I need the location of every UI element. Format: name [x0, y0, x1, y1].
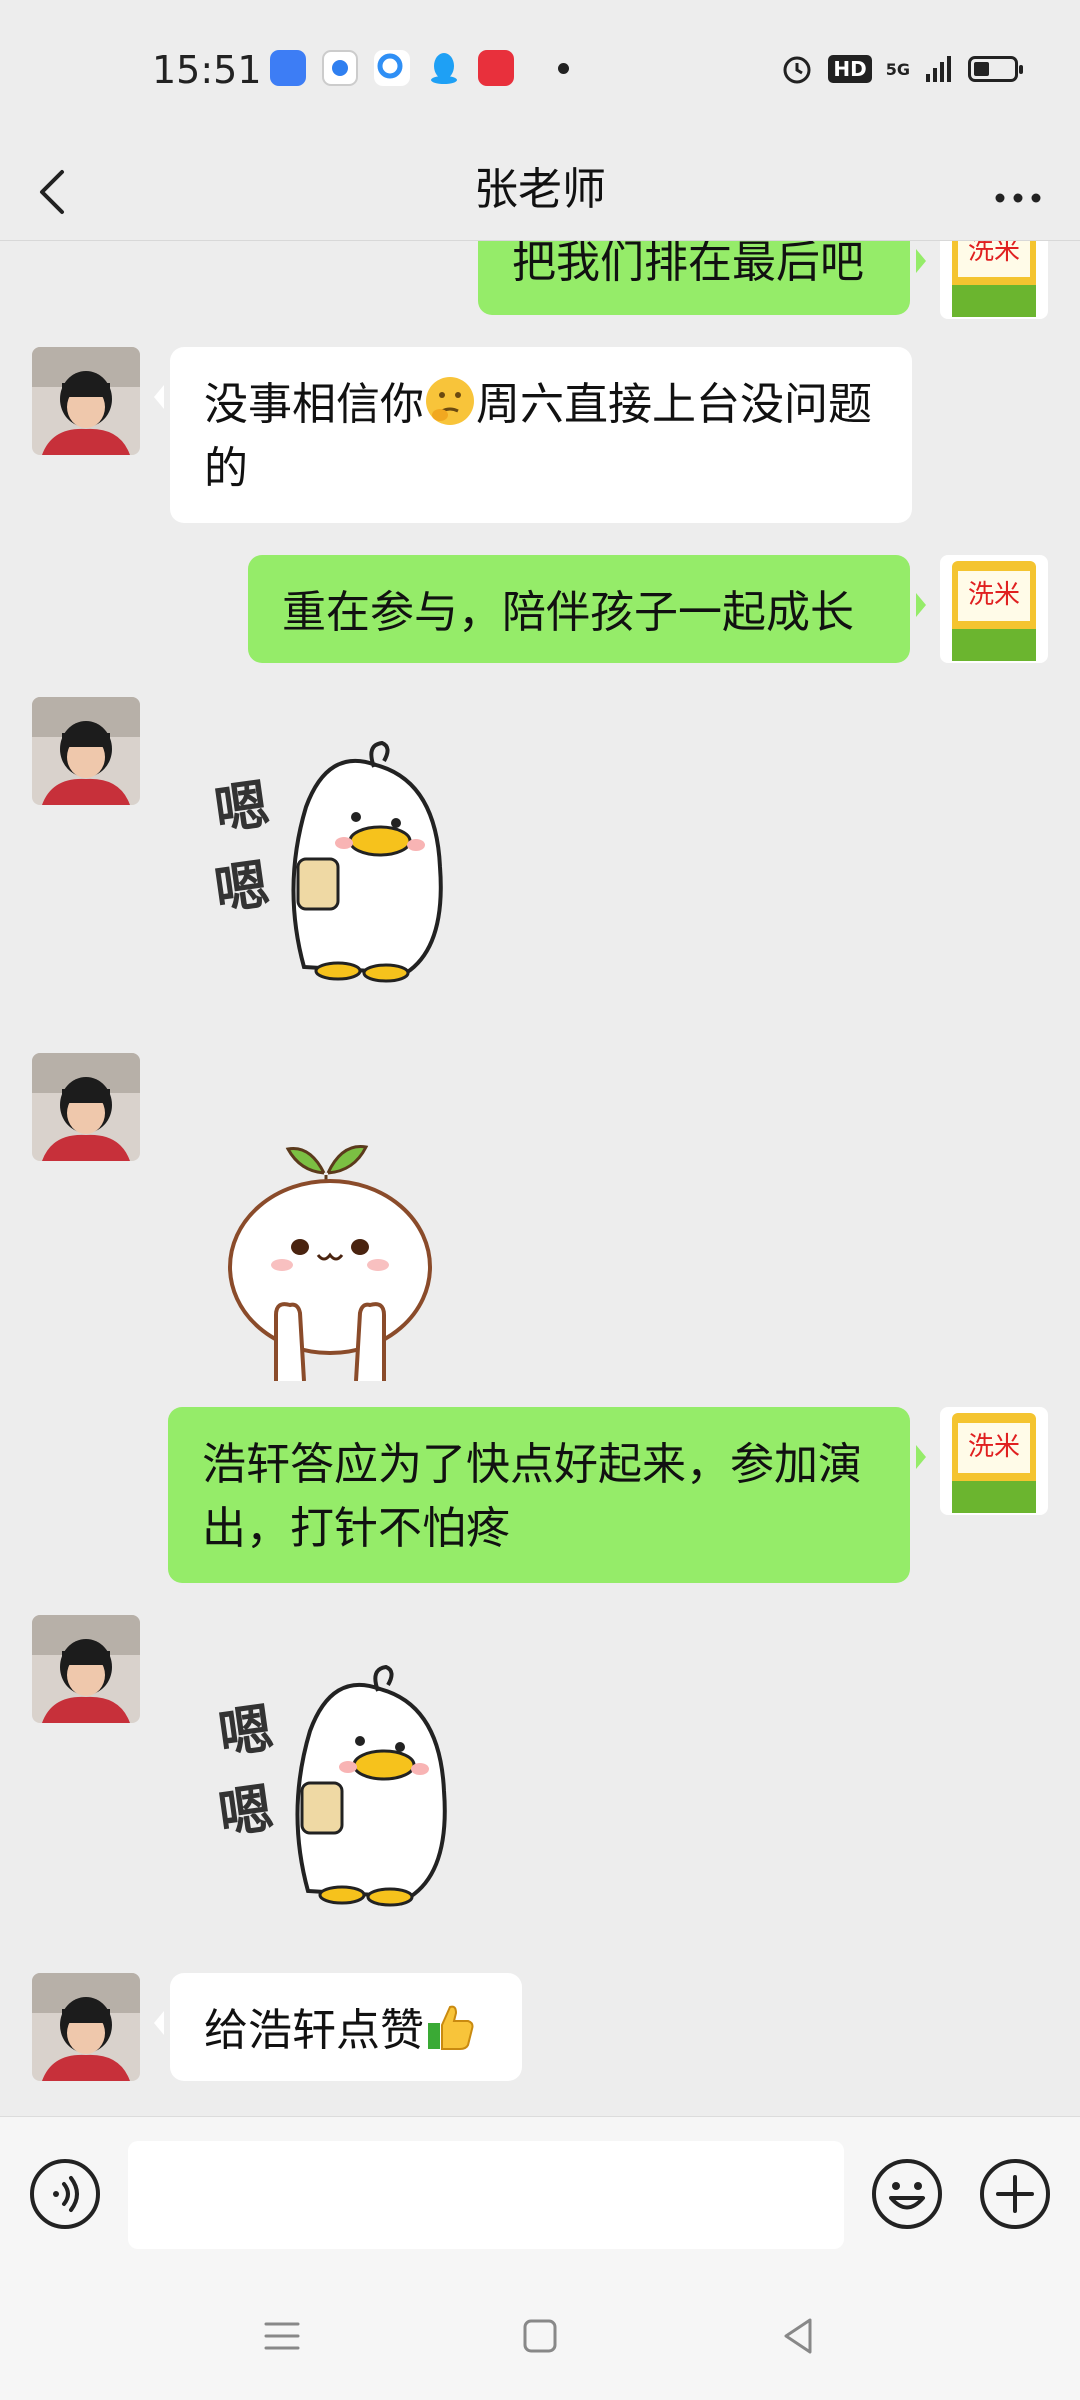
gift-app-icon	[478, 50, 514, 86]
sent-message[interactable]: 浩轩答应为了快点好起来，参加演出，打针不怕疼	[168, 1407, 926, 1583]
back-button[interactable]	[28, 158, 88, 222]
child-photo-avatar	[32, 1053, 140, 1161]
avatar[interactable]: 洗米	[940, 555, 1048, 663]
battery-icon	[968, 56, 1023, 82]
child-photo-avatar	[32, 1973, 140, 2081]
status-app-icons	[270, 50, 569, 86]
avatar[interactable]	[32, 347, 140, 455]
sticker-text: 嗯	[211, 853, 273, 923]
sticker-text: 嗯	[215, 1777, 277, 1847]
rice-bag-text: 洗米	[968, 241, 1020, 266]
smiley-icon	[872, 2159, 942, 2229]
status-bar: 15:51 HD 5G	[0, 0, 1080, 140]
rice-bag-text: 洗米	[968, 1432, 1020, 1462]
sticker-text: 嗯	[215, 1697, 277, 1767]
thinking-face-emoji	[426, 377, 474, 425]
received-message[interactable]: 给浩轩点赞	[154, 1973, 522, 2081]
sent-message[interactable]: 重在参与，陪伴孩子一起成长	[248, 555, 926, 663]
child-photo-avatar	[32, 1615, 140, 1723]
sprout-bun-sticker[interactable]	[220, 1117, 440, 1382]
message-text: 没事相信你	[204, 379, 424, 430]
network-type: 5G	[885, 59, 910, 79]
avatar[interactable]: 洗米	[940, 1407, 1048, 1515]
rice-bag-text: 洗米	[968, 580, 1020, 610]
child-photo-avatar	[32, 697, 140, 805]
message-list[interactable]: 把我们排在最后吧 洗米 没事相信你 周六直接上台没问题的 重在参与，陪伴孩子一起成…	[0, 241, 1080, 2116]
sticker-text: 嗯	[211, 773, 273, 843]
avatar[interactable]	[32, 1973, 140, 2081]
browser-app-icon	[322, 50, 358, 86]
system-nav-bar	[0, 2276, 1080, 2400]
avatar[interactable]	[32, 1053, 140, 1161]
rice-bag-avatar: 洗米	[940, 1407, 1048, 1515]
message-text: 浩轩答应为了快点好起来，参加演出，打针不怕疼	[202, 1439, 862, 1554]
search-app-icon	[374, 50, 410, 86]
status-time: 15:51	[152, 48, 262, 92]
duck-with-cup-sticker[interactable]: 嗯 嗯	[196, 737, 476, 997]
status-right-icons: HD 5G	[780, 52, 1023, 86]
voice-icon	[30, 2159, 100, 2229]
chat-title: 张老师	[474, 164, 606, 215]
home-square-icon	[523, 2319, 557, 2353]
message-input[interactable]	[128, 2141, 844, 2249]
more-dots-icon	[995, 193, 1041, 203]
rice-bag-avatar: 洗米	[940, 241, 1048, 319]
add-button[interactable]	[978, 2157, 1052, 2231]
emoji-button[interactable]	[870, 2157, 944, 2231]
menu-icon	[264, 2322, 300, 2350]
back-nav-button[interactable]	[774, 2312, 822, 2360]
battery-level	[974, 62, 989, 76]
notification-dot	[558, 62, 569, 74]
qq-penguin-icon	[426, 50, 462, 86]
more-button[interactable]	[986, 162, 1050, 218]
avatar[interactable]: 洗米	[940, 241, 1048, 319]
message-text: 重在参与，陪伴孩子一起成长	[282, 587, 854, 638]
multitask-app-icon	[270, 50, 306, 86]
plus-circle-icon	[980, 2159, 1050, 2229]
message-text: 把我们排在最后吧	[512, 241, 864, 288]
chat-header: 张老师	[0, 140, 1080, 241]
avatar[interactable]	[32, 697, 140, 805]
signal-icon	[926, 56, 951, 82]
message-text: 给浩轩点赞	[204, 2005, 424, 2056]
child-photo-avatar	[32, 347, 140, 455]
rice-bag-avatar: 洗米	[940, 555, 1048, 663]
avatar[interactable]	[32, 1615, 140, 1723]
chevron-left-icon	[40, 170, 64, 214]
thumbs-up-emoji	[428, 2005, 474, 2050]
hd-badge: HD	[828, 55, 872, 83]
sent-message[interactable]: 把我们排在最后吧	[478, 241, 926, 315]
voice-button[interactable]	[28, 2157, 102, 2231]
back-triangle-icon	[784, 2318, 812, 2354]
alarm-icon	[783, 56, 811, 84]
menu-button[interactable]	[258, 2312, 306, 2360]
home-button[interactable]	[516, 2312, 564, 2360]
duck-with-cup-sticker[interactable]: 嗯 嗯	[200, 1661, 480, 1921]
input-bar	[0, 2116, 1080, 2277]
received-message[interactable]: 没事相信你 周六直接上台没问题的	[154, 347, 912, 523]
